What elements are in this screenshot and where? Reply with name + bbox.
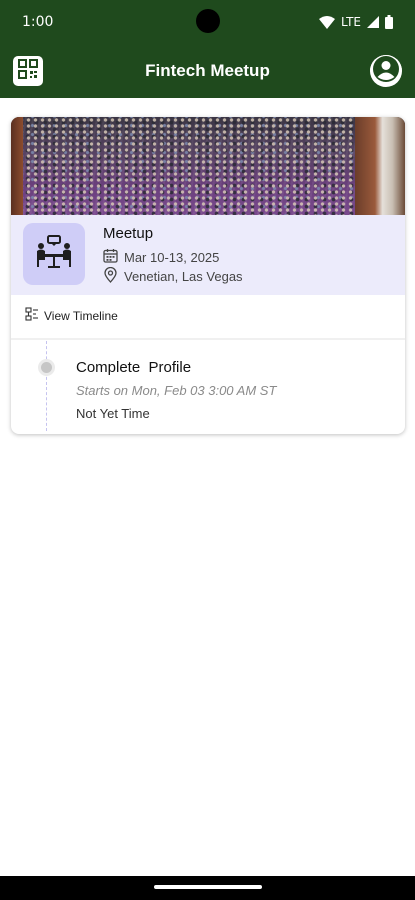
status-bar: 1:00 LTE [0,0,415,44]
page-title: Fintech Meetup [145,61,270,80]
event-icon-box [23,223,85,285]
timeline-step-dot [38,359,55,376]
system-nav-bar [0,876,415,900]
qr-code-button[interactable] [13,56,43,86]
event-banner-image [11,117,405,215]
view-timeline-link[interactable]: View Timeline [25,307,118,324]
qr-code-icon [18,58,38,84]
calendar-icon [103,248,118,266]
banner-crowd [11,117,405,215]
timeline-icon [25,307,39,324]
timeline-step-start: Starts on Mon, Feb 03 3:00 AM ST [76,383,277,398]
event-info: Meetup Mar 10-13, 2025 Venetian, Las Veg… [11,215,405,295]
view-timeline-label: View Timeline [44,308,118,323]
event-location: Venetian, Las Vegas [124,269,243,284]
camera-cutout [196,9,220,33]
event-date-row: Mar 10-13, 2025 [103,248,219,266]
meeting-table-icon [35,234,73,274]
divider [11,338,405,340]
signal-icon [367,16,379,28]
app-bar: Fintech Meetup [0,44,415,98]
profile-button[interactable] [370,55,402,87]
battery-icon [385,15,393,29]
network-type: LTE [341,15,361,29]
status-time: 1:00 [22,14,54,30]
event-name: Meetup [103,225,154,242]
event-location-row: Venetian, Las Vegas [103,266,243,286]
timeline-step-title: Complete Profile [76,359,192,376]
timeline-connector [46,341,47,431]
home-gesture-pill[interactable] [154,885,262,889]
banner-right-wall [355,117,405,215]
account-circle-icon [370,55,402,87]
timeline-step-status: Not Yet Time [76,406,150,421]
location-pin-icon [103,266,118,286]
event-date: Mar 10-13, 2025 [124,249,220,265]
wifi-icon [319,15,336,29]
status-icons: LTE [319,15,393,29]
banner-left-wall [11,117,23,215]
event-card[interactable]: Meetup Mar 10-13, 2025 Venetian, Las Veg… [11,117,405,434]
